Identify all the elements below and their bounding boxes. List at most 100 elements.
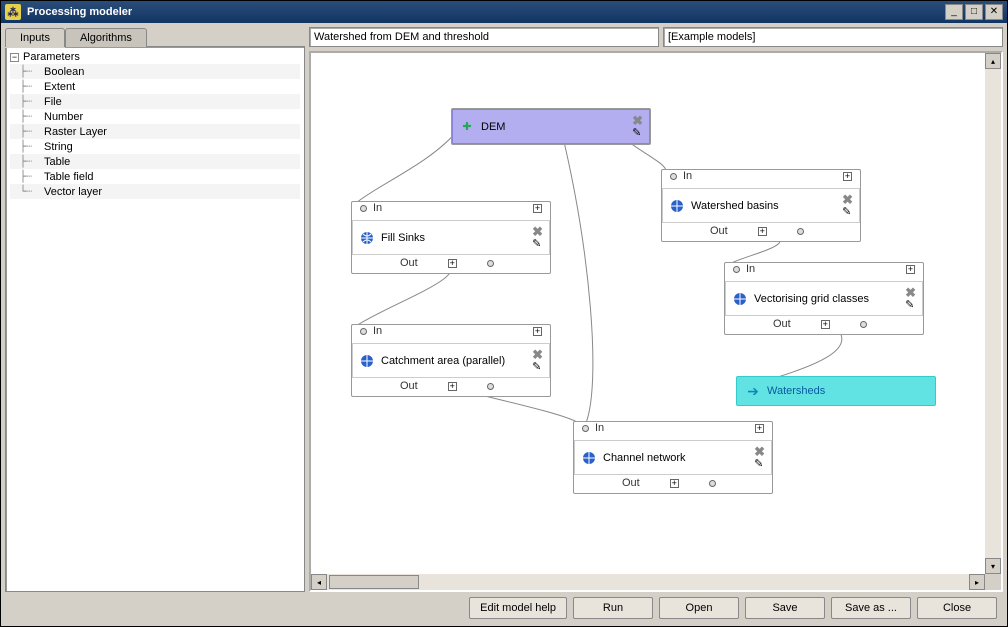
delete-icon[interactable]: ✖: [632, 114, 643, 127]
edit-icon[interactable]: ✎: [532, 362, 543, 373]
port-out-label: Out: [773, 318, 791, 330]
arrow-right-icon: ➔: [745, 383, 761, 399]
port-out-dot[interactable]: [797, 228, 804, 235]
model-canvas[interactable]: ✚ DEM ✖✎ In +: [311, 53, 1001, 590]
delete-icon[interactable]: ✖: [532, 348, 543, 361]
app-icon: ⁂: [5, 4, 21, 20]
tab-inputs[interactable]: Inputs: [5, 28, 65, 47]
node-vector-title: Vectorising grid classes: [754, 293, 899, 305]
node-vectorising[interactable]: In + Vectorising grid classes ✖✎ Out +: [724, 262, 924, 335]
tree-branch-icon: ├┈: [14, 155, 44, 168]
tree-item-string[interactable]: ├┈String: [10, 139, 300, 154]
expand-icon[interactable]: +: [448, 259, 457, 268]
delete-icon[interactable]: ✖: [532, 225, 543, 238]
expand-icon[interactable]: +: [533, 327, 542, 336]
node-wbasins-title: Watershed basins: [691, 200, 836, 212]
tree-item-number[interactable]: ├┈Number: [10, 109, 300, 124]
node-channel[interactable]: In + Channel network ✖✎ Out +: [573, 421, 773, 494]
inputs-tree[interactable]: − Parameters ├┈Boolean ├┈Extent ├┈File ├…: [5, 46, 305, 592]
open-button[interactable]: Open: [659, 597, 739, 619]
node-fill-sinks[interactable]: In + Fill Sinks ✖✎ Out +: [351, 201, 551, 274]
node-wsheds-title: Watersheds: [767, 385, 927, 397]
tab-algorithms[interactable]: Algorithms: [65, 28, 147, 47]
edit-icon[interactable]: ✎: [532, 239, 543, 250]
port-in-dot[interactable]: [360, 328, 367, 335]
collapse-icon[interactable]: −: [10, 53, 19, 62]
node-dem[interactable]: ✚ DEM ✖✎: [451, 108, 651, 145]
delete-icon[interactable]: ✖: [754, 445, 765, 458]
port-in-dot[interactable]: [733, 266, 740, 273]
scroll-corner: [985, 574, 1001, 590]
node-watershed-basins[interactable]: In + Watershed basins ✖✎ Out +: [661, 169, 861, 242]
expand-icon[interactable]: +: [906, 265, 915, 274]
btn-label: Edit model help: [480, 602, 556, 614]
scroll-thumb[interactable]: [329, 575, 419, 589]
tab-algorithms-label: Algorithms: [80, 32, 132, 44]
edit-icon[interactable]: ✎: [842, 207, 853, 218]
edit-icon[interactable]: ✎: [632, 128, 643, 139]
scroll-left-button[interactable]: ◂: [311, 574, 327, 590]
scroll-down-button[interactable]: ▾: [985, 558, 1001, 574]
footer-buttons: Edit model help Run Open Save Save as ..…: [5, 594, 1003, 622]
delete-icon[interactable]: ✖: [842, 193, 853, 206]
port-out-dot[interactable]: [487, 383, 494, 390]
scroll-up-button[interactable]: ▴: [985, 53, 1001, 69]
node-watersheds-output[interactable]: ➔ Watersheds: [736, 376, 936, 406]
maximize-button[interactable]: □: [965, 4, 983, 20]
model-group-input[interactable]: [663, 27, 1003, 47]
port-in-dot[interactable]: [670, 173, 677, 180]
tree-branch-icon: ├┈: [14, 110, 44, 123]
expand-icon[interactable]: +: [533, 204, 542, 213]
port-out-label: Out: [400, 257, 418, 269]
tree-item-vectorlayer[interactable]: └┈Vector layer: [10, 184, 300, 199]
horizontal-scrollbar[interactable]: ◂ ▸: [311, 574, 985, 590]
expand-icon[interactable]: +: [755, 424, 764, 433]
tree-item-boolean[interactable]: ├┈Boolean: [10, 64, 300, 79]
tree-item-tablefield[interactable]: ├┈Table field: [10, 169, 300, 184]
tree-root-parameters[interactable]: − Parameters: [10, 50, 300, 64]
scroll-right-button[interactable]: ▸: [969, 574, 985, 590]
delete-icon[interactable]: ✖: [905, 286, 916, 299]
port-in-label: In: [373, 325, 382, 337]
tree-item-label: Number: [44, 111, 83, 123]
port-in-dot[interactable]: [360, 205, 367, 212]
port-out-dot[interactable]: [487, 260, 494, 267]
port-out-dot[interactable]: [860, 321, 867, 328]
tree-item-label: Table field: [44, 171, 94, 183]
model-name-input[interactable]: [309, 27, 659, 47]
tree-item-label: String: [44, 141, 73, 153]
edit-icon[interactable]: ✎: [754, 459, 765, 470]
port-in-label: In: [746, 263, 755, 275]
port-in-dot[interactable]: [582, 425, 589, 432]
tree-item-table[interactable]: ├┈Table: [10, 154, 300, 169]
expand-icon[interactable]: +: [843, 172, 852, 181]
expand-icon[interactable]: +: [758, 227, 767, 236]
close-button[interactable]: Close: [917, 597, 997, 619]
minimize-button[interactable]: _: [945, 4, 963, 20]
left-tabs: Inputs Algorithms: [5, 27, 305, 46]
save-button[interactable]: Save: [745, 597, 825, 619]
port-in-label: In: [373, 202, 382, 214]
close-window-button[interactable]: ✕: [985, 4, 1003, 20]
port-out-dot[interactable]: [709, 480, 716, 487]
expand-icon[interactable]: +: [448, 382, 457, 391]
expand-icon[interactable]: +: [821, 320, 830, 329]
node-catchment[interactable]: In + Catchment area (parallel) ✖✎ Out +: [351, 324, 551, 397]
tree-item-file[interactable]: ├┈File: [10, 94, 300, 109]
node-catch-title: Catchment area (parallel): [381, 355, 526, 367]
globe-icon: [732, 291, 748, 307]
tree-branch-icon: ├┈: [14, 95, 44, 108]
save-as-button[interactable]: Save as ...: [831, 597, 911, 619]
tree-item-extent[interactable]: ├┈Extent: [10, 79, 300, 94]
port-out-label: Out: [400, 380, 418, 392]
run-button[interactable]: Run: [573, 597, 653, 619]
edit-model-help-button[interactable]: Edit model help: [469, 597, 567, 619]
tree-item-rasterlayer[interactable]: ├┈Raster Layer: [10, 124, 300, 139]
titlebar: ⁂ Processing modeler _ □ ✕: [1, 1, 1007, 23]
vertical-scrollbar[interactable]: ▴ ▾: [985, 53, 1001, 574]
port-in-label: In: [595, 422, 604, 434]
globe-icon: [669, 198, 685, 214]
edit-icon[interactable]: ✎: [905, 300, 916, 311]
expand-icon[interactable]: +: [670, 479, 679, 488]
client-area: Inputs Algorithms − Parameters ├┈Boolean…: [1, 23, 1007, 626]
